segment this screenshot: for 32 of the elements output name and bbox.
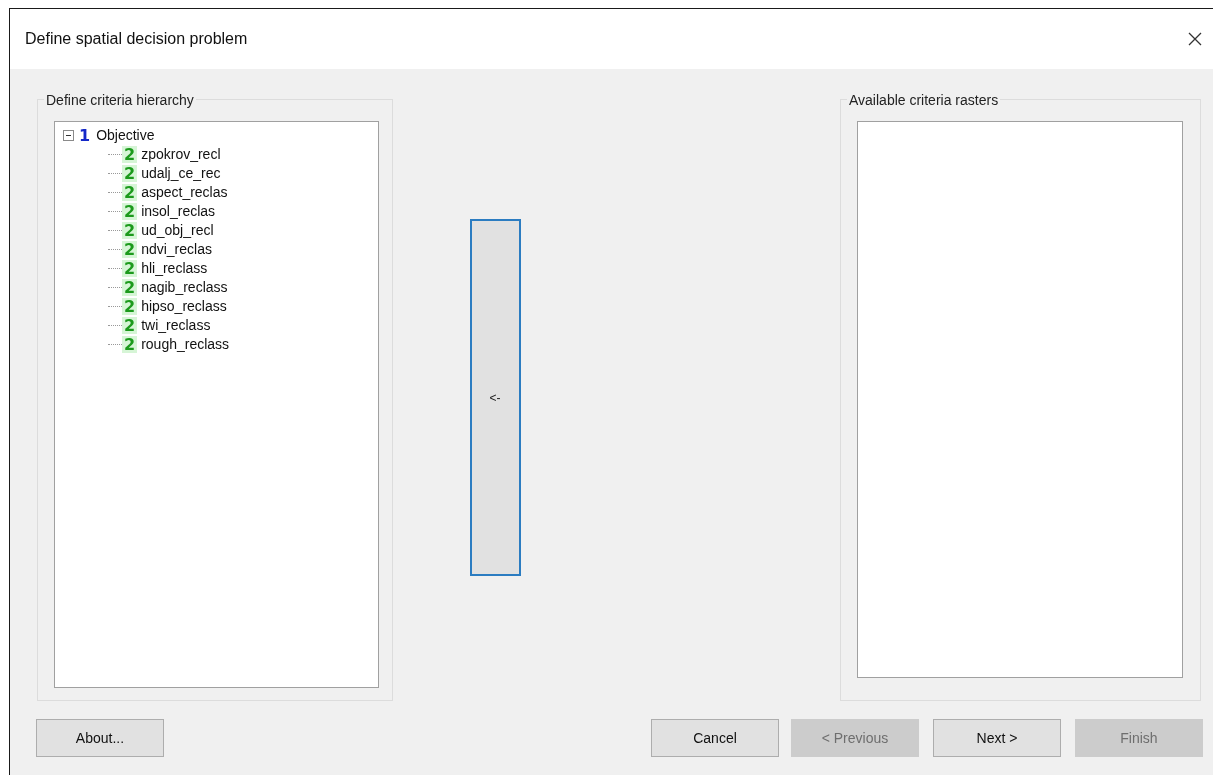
level-number: 2 — [122, 146, 138, 163]
tree-item[interactable]: ud_obj_recl — [141, 220, 214, 241]
tree-item[interactable]: udalj_ce_rec — [141, 163, 221, 184]
level-number: 2 — [122, 222, 138, 239]
close-icon[interactable] — [1187, 31, 1203, 47]
level-number: 2 — [122, 184, 138, 201]
tree-item[interactable]: Objective — [96, 125, 155, 146]
tree-item[interactable]: hipso_reclass — [141, 296, 227, 317]
tree-item[interactable]: nagib_reclass — [141, 277, 228, 298]
tree-item[interactable]: ndvi_reclas — [141, 239, 212, 260]
move-left-button[interactable]: <- — [469, 219, 521, 576]
level-number: 2 — [122, 203, 138, 220]
tree-item[interactable]: rough_reclass — [141, 334, 230, 355]
dialog-button[interactable]: Next > — [933, 719, 1061, 757]
window-title: Define spatial decision problem — [25, 29, 248, 49]
level-number: 2 — [122, 260, 138, 277]
level-number: 2 — [122, 298, 138, 315]
tree-item[interactable]: insol_reclas — [141, 201, 216, 222]
tree-item[interactable]: hli_reclass — [141, 258, 208, 279]
criteria-tree[interactable]: 1 Objective 2 zpokrov_recl 2 udalj_ce_rec 2 aspect_reclas 2 insol_reclas 2 ud_obj_recl 2 ndvi_reclas 2 hli_reclass 2 nagib_reclass 2 hipso_reclass 2 twi_reclass 2 rough_reclass — [54, 121, 379, 688]
level-number: 1 — [78, 127, 92, 144]
level-number: 2 — [122, 317, 138, 334]
tree-item[interactable]: twi_reclass — [141, 315, 211, 336]
level-number: 2 — [122, 336, 138, 353]
level-number: 2 — [122, 165, 138, 182]
level-number: 2 — [122, 241, 138, 258]
dialog-button[interactable]: About... — [36, 719, 164, 757]
tree-item[interactable]: aspect_reclas — [141, 182, 228, 203]
tree-item[interactable]: zpokrov_recl — [141, 144, 221, 165]
level-number: 2 — [122, 279, 138, 296]
dialog-button[interactable]: Cancel — [651, 719, 779, 757]
collapse-icon[interactable] — [63, 130, 74, 141]
